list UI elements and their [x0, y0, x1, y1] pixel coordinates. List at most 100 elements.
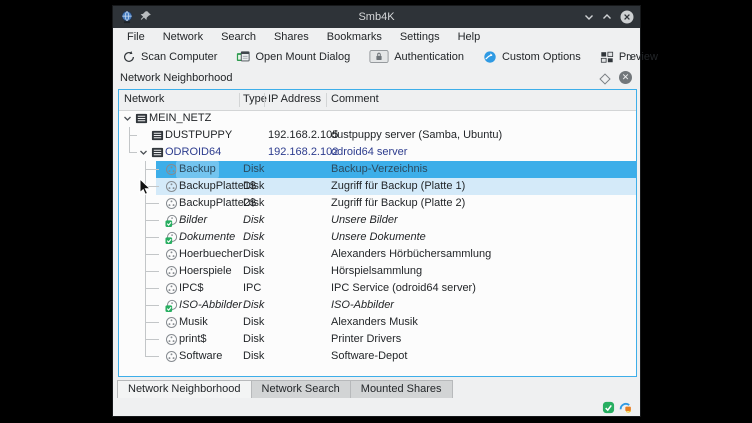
tree-row-Hoerspiele[interactable]: HoerspieleDiskHörspielsammlung	[119, 263, 636, 280]
share-mounted-icon	[165, 231, 178, 244]
window-title: Smb4K	[113, 11, 640, 23]
tab-network-neighborhood[interactable]: Network Neighborhood	[117, 380, 252, 398]
mount-dialog-icon	[236, 50, 250, 64]
authentication-button[interactable]: Authentication	[369, 50, 464, 64]
row-type: IPC	[243, 280, 261, 297]
table-header: NetworkTypeIP AddressComment	[119, 90, 636, 111]
dock-close-icon[interactable]: ✕	[619, 71, 632, 84]
row-comment: dustpuppy server (Samba, Ubuntu)	[331, 127, 502, 144]
share-icon	[165, 265, 178, 278]
row-name: Bilder	[179, 212, 207, 229]
tab-network-search[interactable]: Network Search	[251, 380, 351, 398]
tree-branch-line	[145, 305, 159, 306]
tree-branch-line	[145, 254, 159, 255]
tree-row-Software[interactable]: SoftwareDiskSoftware-Depot	[119, 348, 636, 365]
tree-row-Backup[interactable]: BackupDiskBackup-Verzeichnis	[119, 161, 636, 178]
row-name: print$	[179, 331, 207, 348]
network-tree-view: NetworkTypeIP AddressComment MEIN_NETZDU…	[118, 89, 637, 377]
custom-options-icon	[483, 50, 497, 64]
expand-chevron-icon[interactable]	[139, 148, 148, 157]
tree-branch-line	[129, 135, 137, 136]
tree-row-Musik[interactable]: MusikDiskAlexanders Musik	[119, 314, 636, 331]
close-button[interactable]	[620, 10, 634, 24]
tree-branch-line	[145, 271, 159, 272]
toolbar-button-label: Custom Options	[502, 51, 581, 63]
minimize-button[interactable]	[582, 10, 596, 24]
row-type: Disk	[243, 178, 264, 195]
expand-chevron-icon[interactable]	[123, 114, 132, 123]
row-comment: Hörspielsammlung	[331, 263, 422, 280]
tree-branch-line	[145, 237, 159, 238]
custom-options-button[interactable]: Custom Options	[483, 50, 581, 64]
menu-settings[interactable]: Settings	[391, 28, 449, 46]
tree-row-Dokumente[interactable]: DokumenteDiskUnsere Dokumente	[119, 229, 636, 246]
preview-icon	[600, 50, 614, 64]
row-name: Backup	[176, 161, 219, 178]
tree-row-MEIN_NETZ[interactable]: MEIN_NETZ	[119, 110, 636, 127]
dock-float-icon[interactable]	[599, 73, 610, 84]
row-name: ISO-Abbilder	[179, 297, 242, 314]
tree-row-print$[interactable]: print$ Disk Printer Drivers	[119, 331, 636, 348]
tree-row-Bilder[interactable]: BilderDiskUnsere Bilder	[119, 212, 636, 229]
row-comment: IPC Service (odroid64 server)	[331, 280, 476, 297]
feedback-icon[interactable]	[619, 401, 632, 414]
row-type: Disk	[243, 161, 264, 178]
column-separator[interactable]	[264, 93, 265, 107]
close-circle-icon	[620, 10, 634, 24]
tree-row-IPC$[interactable]: IPC$ IPC IPC Service (odroid64 server)	[119, 280, 636, 297]
mounted-emblem-icon[interactable]	[602, 401, 615, 414]
row-name: Hoerbuecher	[179, 246, 243, 263]
titlebar[interactable]: Smb4K	[113, 6, 640, 28]
row-name: IPC$	[179, 280, 203, 297]
tab-mounted-shares[interactable]: Mounted Shares	[350, 380, 453, 398]
toolbar-button-label: Scan Computer	[141, 51, 217, 63]
row-type: Disk	[243, 212, 264, 229]
scan-refresh-icon	[122, 50, 136, 64]
column-header-ip-address[interactable]: IP Address	[268, 90, 321, 109]
menu-search[interactable]: Search	[212, 28, 265, 46]
tree-row-DUSTPUPPY[interactable]: DUSTPUPPY192.168.2.105dustpuppy server (…	[119, 127, 636, 144]
row-comment: Zugriff für Backup (Platte 1)	[331, 178, 465, 195]
row-type: Disk	[243, 331, 264, 348]
row-comment: Alexanders Musik	[331, 314, 418, 331]
tree-row-ODROID64[interactable]: ODROID64192.168.2.102odroid64 server	[119, 144, 636, 161]
menu-file[interactable]: File	[118, 28, 154, 46]
tree-row-BackupPlatte2$[interactable]: BackupPlatte2$DiskZugriff für Backup (Pl…	[119, 195, 636, 212]
column-separator[interactable]	[326, 93, 327, 107]
dock-header: Network Neighborhood ✕	[113, 67, 640, 89]
column-separator[interactable]	[239, 93, 240, 107]
row-ip: 192.168.2.102	[268, 144, 338, 161]
scan-computer-button[interactable]: Scan Computer	[122, 50, 217, 64]
tree-branch-line	[145, 186, 159, 187]
column-header-comment[interactable]: Comment	[331, 90, 379, 109]
menu-network[interactable]: Network	[154, 28, 212, 46]
share-icon	[165, 180, 178, 193]
toolbar-button-label: Preview	[619, 51, 658, 63]
open-mount-dialog-button[interactable]: Open Mount Dialog	[236, 50, 350, 64]
host-icon	[151, 146, 164, 159]
tree-rows: MEIN_NETZDUSTPUPPY192.168.2.105dustpuppy…	[119, 110, 636, 376]
menu-shares[interactable]: Shares	[265, 28, 318, 46]
chevron-up-icon	[600, 10, 614, 24]
tree-branch-line	[145, 203, 159, 204]
row-type: Disk	[243, 314, 264, 331]
smb4k-window: Smb4K FileNetworkSearchSharesBookmarksSe…	[112, 5, 641, 417]
row-ip: 192.168.2.105	[268, 127, 338, 144]
row-comment: Unsere Dokumente	[331, 229, 426, 246]
row-name: Software	[179, 348, 222, 365]
column-header-network[interactable]: Network	[124, 90, 164, 109]
row-type: Disk	[243, 229, 264, 246]
row-type: Disk	[243, 195, 264, 212]
tree-row-BackupPlatte1$[interactable]: BackupPlatte1$DiskZugriff für Backup (Pl…	[119, 178, 636, 195]
row-comment: Printer Drivers	[331, 331, 401, 348]
maximize-button[interactable]	[600, 10, 614, 24]
network-group-icon	[135, 112, 148, 125]
tree-row-Hoerbuecher[interactable]: HoerbuecherDiskAlexanders Hörbüchersamml…	[119, 246, 636, 263]
menu-bookmarks[interactable]: Bookmarks	[318, 28, 391, 46]
tree-row-ISO-Abbilder[interactable]: ISO-AbbilderDiskISO-Abbilder	[119, 297, 636, 314]
row-name: ODROID64	[165, 144, 221, 161]
toolbar-overflow-chevron[interactable]: ›	[629, 46, 633, 67]
menu-help[interactable]: Help	[449, 28, 490, 46]
share-icon	[165, 197, 178, 210]
row-comment: Zugriff für Backup (Platte 2)	[331, 195, 465, 212]
